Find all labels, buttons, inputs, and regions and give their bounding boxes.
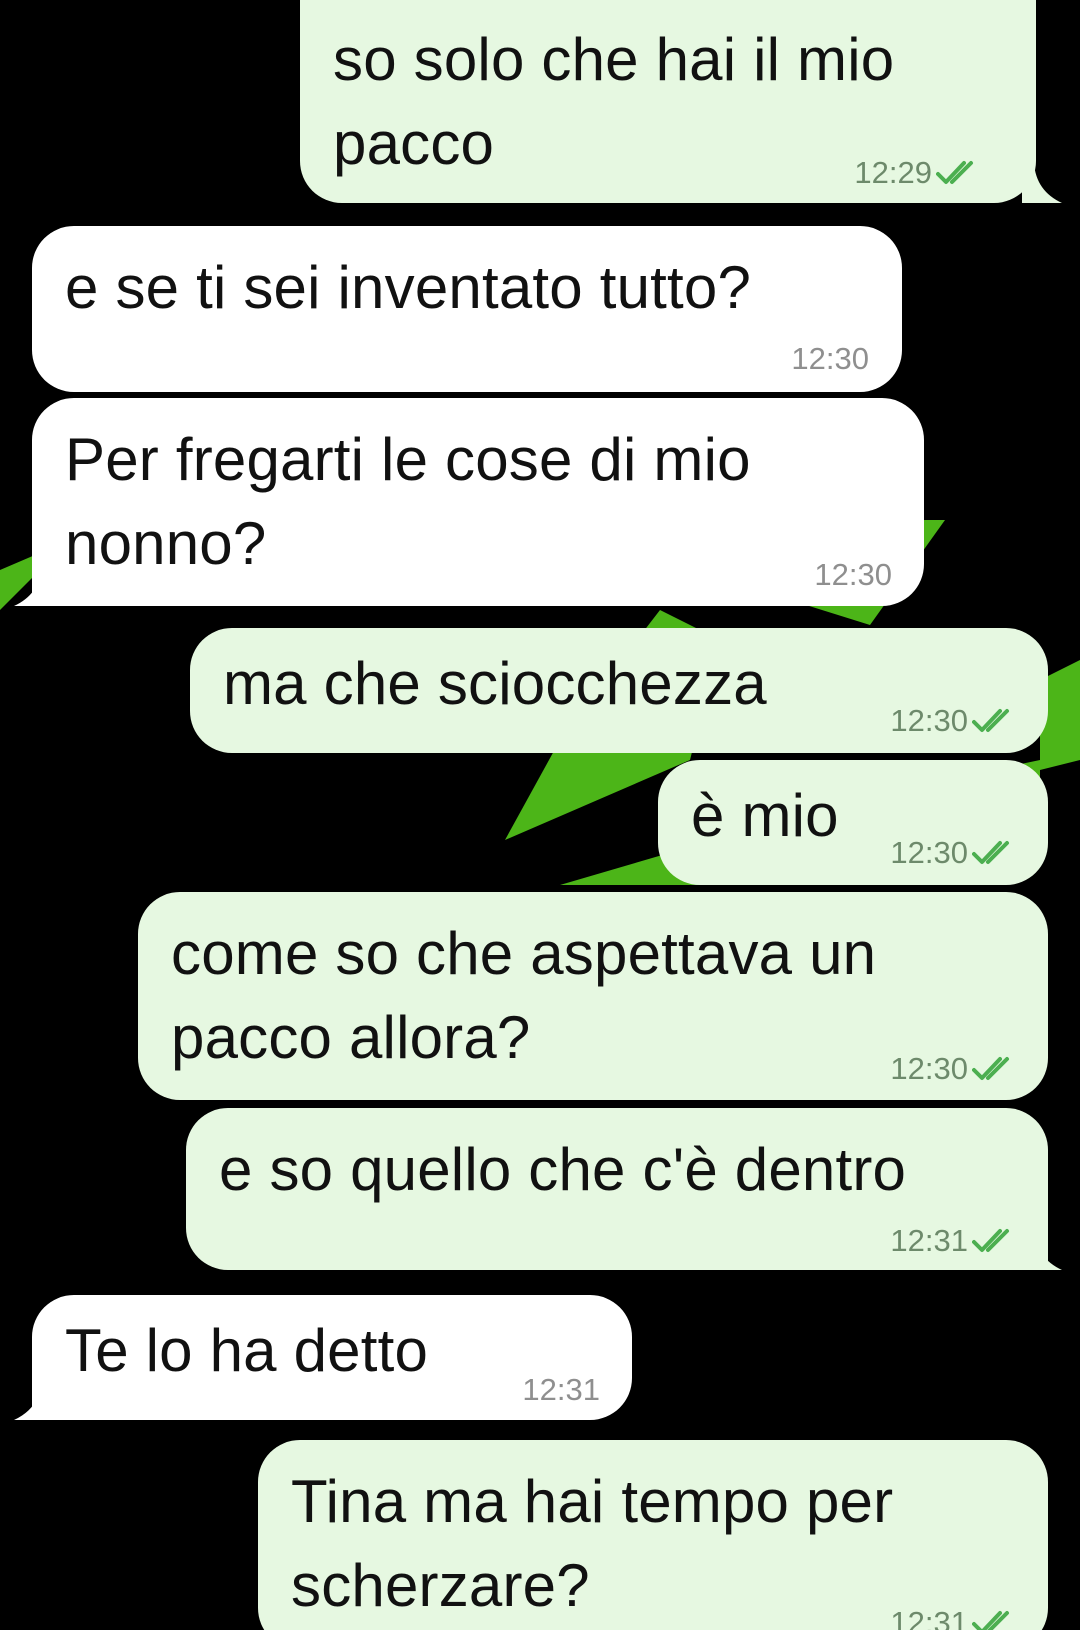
message-time: 12:30 xyxy=(890,1051,968,1086)
message-bubble-incoming[interactable]: e se ti sei inventato tutto? 12:30 xyxy=(32,226,902,392)
message-bubble-incoming[interactable]: Per fregarti le cose di mio nonno? 12:30 xyxy=(32,398,924,606)
message-time: 12:31 xyxy=(890,1605,968,1630)
double-check-icon xyxy=(972,1229,1009,1252)
message-text: Te lo ha detto xyxy=(65,1317,429,1384)
message-time: 12:30 xyxy=(791,341,869,376)
message-text: Per fregarti le cose di mio nonno? xyxy=(65,426,751,577)
message-text: e so quello che c'è dentro xyxy=(219,1136,907,1203)
message-bubble-outgoing[interactable]: e so quello che c'è dentro 12:31 xyxy=(186,1108,1048,1270)
message-text: ma che sciocchezza xyxy=(223,650,767,717)
message-bubble-outgoing[interactable]: Tina ma hai tempo per scherzare? 12:31 xyxy=(258,1440,1048,1630)
chat-view[interactable]: so solo che hai il mio pacco 12:29 e se … xyxy=(0,0,1080,1630)
message-bubble-outgoing[interactable]: so solo che hai il mio pacco 12:29 xyxy=(300,0,1036,203)
message-time: 12:30 xyxy=(890,703,968,738)
message-time: 12:31 xyxy=(890,1223,968,1258)
double-check-icon xyxy=(936,161,973,184)
double-check-icon xyxy=(972,709,1009,732)
message-time: 12:31 xyxy=(522,1372,600,1407)
message-text: e se ti sei inventato tutto? xyxy=(65,254,752,321)
message-text: come so che aspettava un pacco allora? xyxy=(171,920,877,1071)
double-check-icon xyxy=(972,1057,1009,1080)
message-time: 12:30 xyxy=(890,835,968,870)
message-bubble-outgoing[interactable]: come so che aspettava un pacco allora? 1… xyxy=(138,892,1048,1100)
message-bubble-outgoing[interactable]: ma che sciocchezza 12:30 xyxy=(190,628,1048,753)
message-bubble-outgoing[interactable]: è mio 12:30 xyxy=(658,760,1048,885)
message-bubble-incoming[interactable]: Te lo ha detto 12:31 xyxy=(32,1295,632,1420)
double-check-icon xyxy=(972,841,1009,864)
message-text: Tina ma hai tempo per scherzare? xyxy=(291,1468,894,1619)
message-time: 12:30 xyxy=(814,557,892,592)
message-text: è mio xyxy=(691,782,839,849)
message-text: so solo che hai il mio pacco xyxy=(333,26,895,177)
message-time: 12:29 xyxy=(854,155,932,190)
double-check-icon xyxy=(972,1611,1009,1630)
